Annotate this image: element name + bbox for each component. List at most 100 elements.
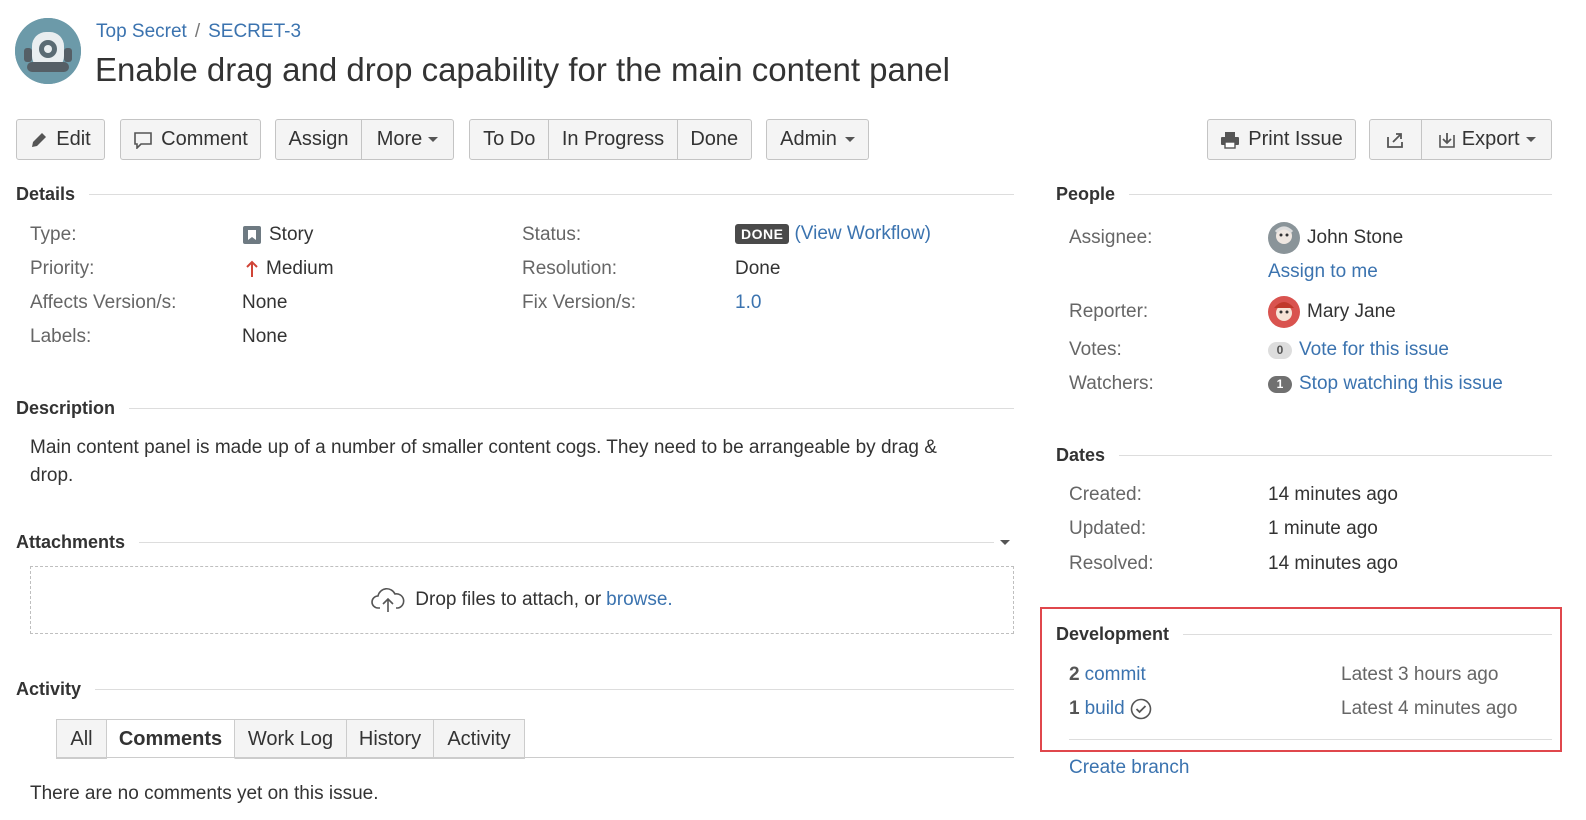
create-branch-link[interactable]: Create branch (1069, 757, 1189, 779)
breadcrumb-issue-key-link[interactable]: SECRET-3 (208, 21, 301, 42)
project-avatar[interactable] (15, 18, 81, 84)
tab-history[interactable]: History (347, 719, 434, 759)
assign-to-me-link[interactable]: Assign to me (1268, 261, 1378, 283)
created-label: Created: (1069, 484, 1142, 505)
divider (1069, 739, 1552, 740)
votes-value: 0 Vote for this issue (1268, 339, 1449, 361)
dates-heading-text: Dates (1056, 445, 1106, 465)
breadcrumb-project-link[interactable]: Top Secret (96, 21, 187, 42)
commit-latest: Latest 3 hours ago (1341, 664, 1499, 685)
more-button-label: More (376, 128, 423, 150)
commit-count: 2 (1069, 664, 1080, 685)
watchers-label: Watchers: (1069, 373, 1154, 394)
browse-link[interactable]: browse. (606, 589, 673, 611)
no-comments-message: There are no comments yet on this issue. (30, 783, 379, 804)
watchers-value: 1 Stop watching this issue (1268, 373, 1503, 395)
share-export-group: Export (1369, 119, 1552, 160)
fix-version-link[interactable]: 1.0 (735, 292, 761, 314)
share-button[interactable] (1370, 120, 1421, 159)
more-dropdown-button[interactable]: More (361, 120, 453, 159)
resolution-value: Done (735, 258, 781, 279)
assign-button-label: Assign (288, 128, 349, 150)
print-issue-button-label: Print Issue (1248, 128, 1343, 150)
print-issue-button[interactable]: Print Issue (1207, 119, 1356, 160)
in-progress-button-label: In Progress (561, 128, 665, 150)
robot-icon (15, 18, 81, 84)
description-line: drop. (30, 465, 74, 486)
votes-count-badge: 0 (1268, 341, 1292, 359)
resolution-label: Resolution: (522, 258, 618, 279)
tab-activity[interactable]: Activity (434, 719, 525, 759)
votes-label: Votes: (1069, 339, 1122, 360)
edit-button[interactable]: Edit (16, 119, 105, 160)
tabs-divider (56, 757, 1014, 758)
tab-all[interactable]: All (56, 719, 107, 759)
build-latest: Latest 4 minutes ago (1341, 698, 1518, 719)
divider (1129, 194, 1552, 195)
tab-comments[interactable]: Comments (107, 719, 235, 759)
description-line: Main content panel is made up of a numbe… (30, 437, 937, 458)
attachments-options-chevron-icon[interactable] (1000, 540, 1010, 545)
updated-value: 1 minute ago (1268, 518, 1378, 539)
view-workflow-link[interactable]: (View Workflow) (794, 223, 931, 245)
attachments-heading: Attachments (16, 532, 1014, 553)
comment-button[interactable]: Comment (120, 119, 261, 160)
updated-label: Updated: (1069, 518, 1147, 539)
people-heading-text: People (1056, 184, 1116, 204)
commits-link[interactable]: 2 commit (1069, 664, 1146, 686)
development-heading-text: Development (1056, 624, 1170, 644)
watchers-count-badge: 1 (1268, 375, 1292, 393)
chevron-down-icon (428, 137, 439, 142)
status-value: DONE (View Workflow) (735, 223, 931, 245)
activity-heading-text: Activity (16, 679, 82, 699)
comment-button-label: Comment (161, 128, 248, 150)
labels-value: None (242, 326, 288, 347)
done-button[interactable]: Done (676, 120, 751, 159)
breadcrumb-separator: / (194, 21, 201, 42)
assign-button[interactable]: Assign (276, 120, 361, 159)
assignee-label: Assignee: (1069, 227, 1153, 248)
divider (1119, 455, 1552, 456)
workflow-group: To Do In Progress Done (469, 119, 752, 160)
divider (139, 542, 994, 543)
export-button-label: Export (1461, 128, 1520, 150)
build-count: 1 (1069, 698, 1080, 719)
priority-label: Priority: (30, 258, 95, 279)
details-heading-text: Details (16, 184, 76, 204)
avatar (1268, 296, 1300, 328)
admin-dropdown-button[interactable]: Admin (766, 119, 869, 160)
people-heading: People (1056, 184, 1552, 205)
divider (95, 689, 1014, 690)
assignee-value[interactable]: John Stone (1268, 222, 1403, 254)
priority-value-text: Medium (266, 258, 334, 279)
description-text[interactable]: Main content panel is made up of a numbe… (30, 434, 937, 490)
reporter-value[interactable]: Mary Jane (1268, 296, 1396, 328)
breadcrumb: Top Secret / SECRET-3 (96, 21, 301, 43)
chevron-down-icon (844, 137, 855, 142)
todo-button[interactable]: To Do (470, 120, 548, 159)
type-value: Story (242, 224, 313, 246)
builds-link[interactable]: 1 build (1069, 698, 1152, 720)
created-value: 14 minutes ago (1268, 484, 1398, 505)
attachment-dropzone[interactable]: Drop files to attach, or browse. (30, 566, 1014, 634)
attachments-heading-text: Attachments (16, 532, 126, 552)
vote-link[interactable]: Vote for this issue (1299, 339, 1449, 361)
export-dropdown-button[interactable]: Export (1421, 120, 1551, 159)
resolved-label: Resolved: (1069, 553, 1154, 574)
priority-value: Medium (245, 258, 334, 280)
printer-icon (1221, 131, 1240, 149)
cloud-upload-icon (371, 588, 405, 612)
description-heading-text: Description (16, 398, 116, 418)
tab-work-log[interactable]: Work Log (235, 719, 347, 759)
affects-version-label: Affects Version/s: (30, 292, 177, 313)
activity-heading: Activity (16, 679, 1014, 700)
reporter-label: Reporter: (1069, 301, 1149, 322)
fix-version-label: Fix Version/s: (522, 292, 637, 313)
todo-button-label: To Do (483, 128, 536, 150)
divider (1183, 634, 1552, 635)
status-badge: DONE (735, 224, 790, 244)
stop-watching-link[interactable]: Stop watching this issue (1299, 373, 1503, 395)
divider (89, 194, 1014, 195)
in-progress-button[interactable]: In Progress (548, 120, 676, 159)
download-icon (1438, 132, 1455, 148)
